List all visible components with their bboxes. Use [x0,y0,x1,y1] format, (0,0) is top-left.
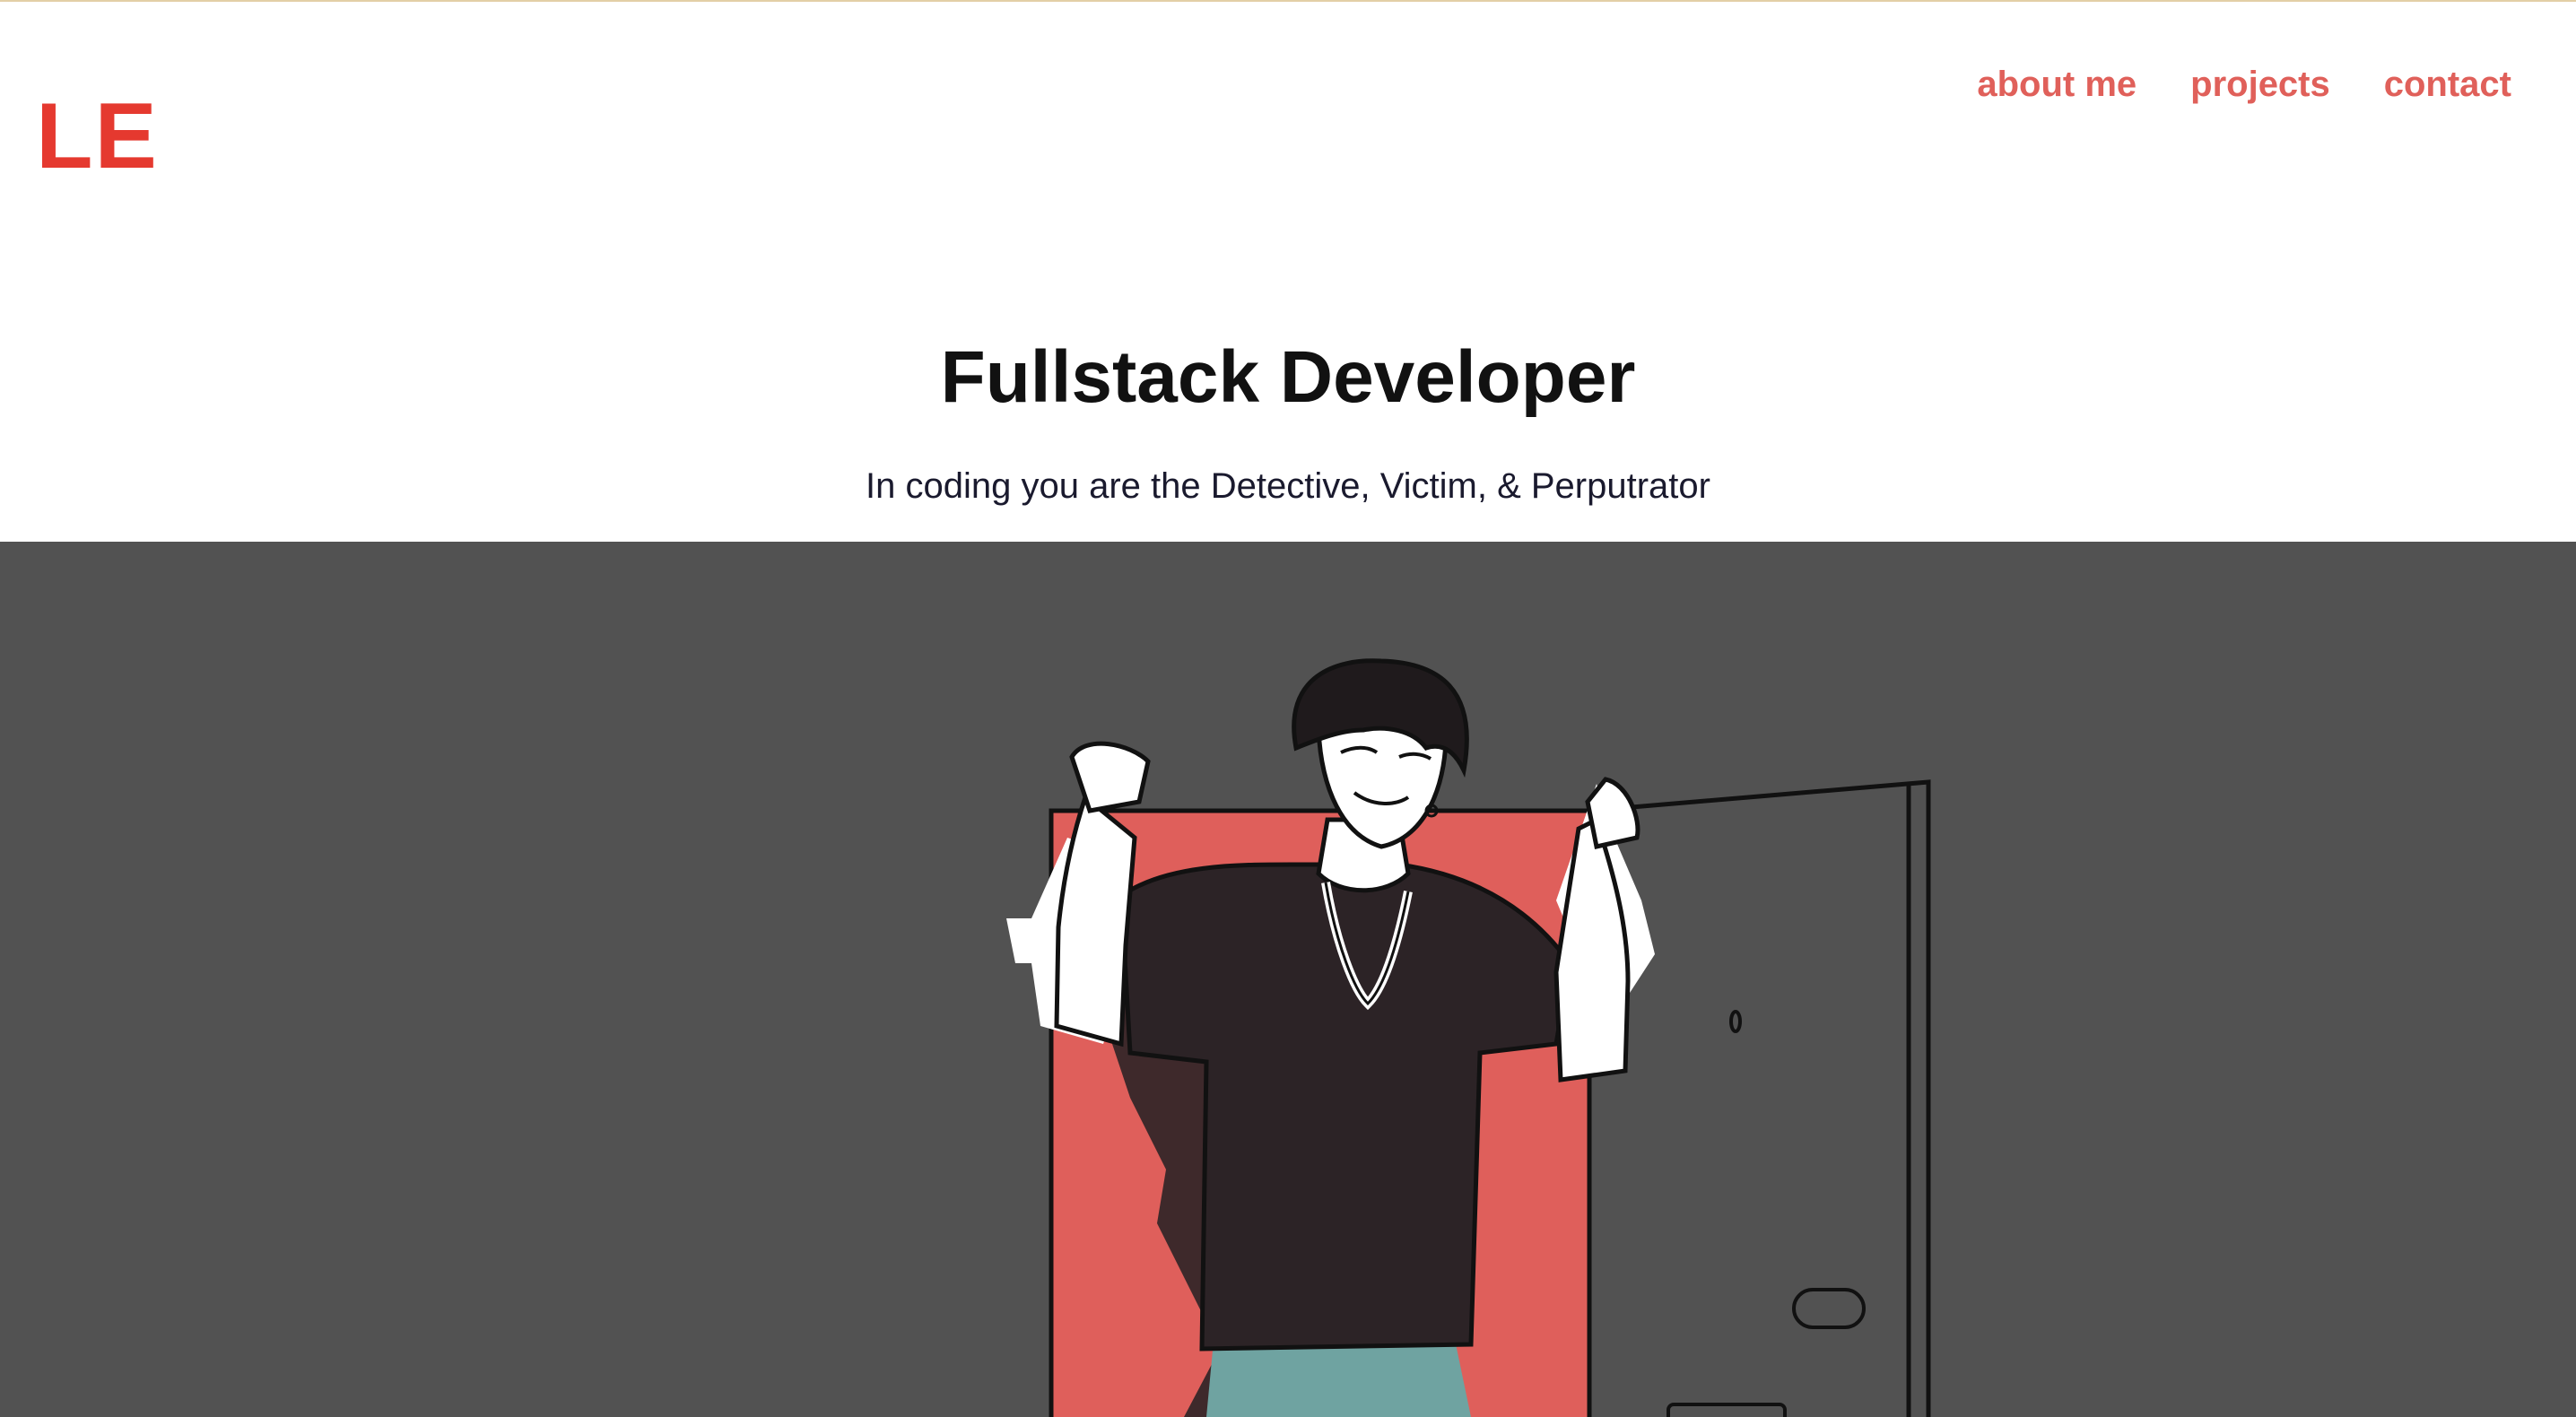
hand-right [1585,777,1640,849]
main-nav: about me projects contact [1977,63,2511,106]
open-door [1587,779,1931,1417]
nav-contact-link[interactable]: contact [2384,63,2511,106]
hero-banner [0,542,2576,1417]
top-border [0,0,2576,2]
nav-projects-link[interactable]: projects [2190,63,2330,106]
page-tagline: In coding you are the Detective, Victim,… [866,466,1710,506]
nav-about-me-link[interactable]: about me [1977,63,2137,106]
page-title: Fullstack Developer [940,336,1636,418]
logo-link[interactable]: LE [36,90,159,183]
developer-illustration [1006,658,1931,1417]
